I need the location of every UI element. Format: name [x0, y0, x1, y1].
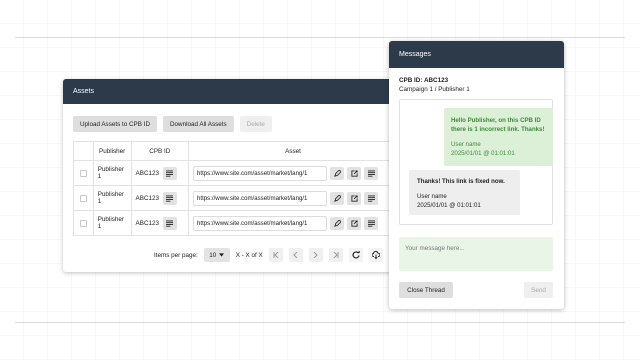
messages-header: Messages	[389, 41, 564, 68]
send-button[interactable]: Send	[524, 282, 553, 298]
edit-asset-button[interactable]	[330, 216, 345, 230]
column-header-publisher: Publisher	[92, 141, 132, 161]
select-column-header	[73, 141, 94, 161]
row-select-cell	[73, 210, 94, 236]
asset-details-button[interactable]	[364, 191, 379, 205]
edit-asset-button[interactable]	[330, 166, 345, 180]
cpb-id-cell: ABC123	[130, 185, 190, 211]
list-icon	[367, 169, 375, 177]
assets-toolbar: Upload Assets to CPB ID Download All Ass…	[73, 116, 272, 132]
asset-details-button[interactable]	[364, 216, 379, 230]
external-link-icon	[350, 219, 358, 227]
incoming-message-time: 2025/01/01 @ 01:01:01	[417, 202, 481, 209]
cpb-id-text: ABC123	[135, 169, 160, 177]
close-thread-button[interactable]: Close Thread	[399, 282, 453, 298]
messages-panel: Messages CPB ID: ABC123 Campaign 1 / Pub…	[389, 41, 564, 309]
caret-down-icon	[219, 253, 225, 257]
table-header-row: Publisher CPB ID Asset	[73, 141, 398, 161]
incoming-message: Thanks! This link is fixed now. User nam…	[409, 170, 520, 215]
assets-title: Assets	[73, 88, 95, 95]
publisher-cell: Publisher 1	[92, 160, 132, 186]
refresh-button[interactable]	[348, 248, 363, 262]
list-icon	[166, 194, 174, 202]
asset-cell: https://www.site.com/asset/market/lang/1	[188, 185, 398, 211]
delete-button[interactable]: Delete	[239, 116, 272, 132]
row-checkbox[interactable]	[79, 219, 87, 227]
grid-line	[15, 322, 625, 323]
asset-url-field[interactable]: https://www.site.com/asset/market/lang/1	[193, 215, 328, 231]
outgoing-message: Hello Publisher, on this CPB ID there is…	[444, 108, 553, 166]
asset-url-field[interactable]: https://www.site.com/asset/market/lang/1	[193, 190, 328, 206]
asset-cell: https://www.site.com/asset/market/lang/1	[188, 160, 398, 186]
details-button[interactable]	[162, 216, 177, 230]
external-link-icon	[350, 169, 358, 177]
pencil-icon	[333, 219, 341, 227]
assets-panel: Assets Upload Assets to CPB ID Download …	[63, 79, 398, 272]
open-link-button[interactable]	[347, 191, 362, 205]
assets-table: Publisher CPB ID Asset Publisher 1 ABC12…	[73, 141, 398, 236]
per-page-value: 10	[209, 251, 217, 259]
next-page-button[interactable]	[308, 248, 323, 262]
list-icon	[367, 194, 375, 202]
cpb-id-heading: CPB ID: ABC123	[399, 77, 449, 84]
page-range: X - X of X	[235, 251, 263, 259]
row-select-cell	[73, 160, 94, 186]
first-page-icon	[273, 252, 279, 258]
chevron-left-icon	[293, 252, 298, 258]
message-input[interactable]: Your message here...	[399, 237, 553, 271]
pencil-icon	[333, 169, 341, 177]
chevron-right-icon	[313, 252, 318, 258]
grid-line	[15, 37, 625, 38]
message-thread[interactable]: Hello Publisher, on this CPB ID there is…	[399, 99, 553, 225]
pager: Items per page: 10 X - X of X	[154, 248, 383, 262]
asset-cell: https://www.site.com/asset/market/lang/1	[188, 210, 398, 236]
outgoing-message-user: User name	[451, 141, 481, 148]
incoming-message-text: Thanks! This link is fixed now.	[417, 178, 505, 185]
cpb-id-text: ABC123	[135, 194, 160, 202]
messages-title: Messages	[399, 51, 431, 58]
download-all-button[interactable]: Download All Assets	[163, 116, 234, 132]
cpb-id-cell: ABC123	[130, 160, 190, 186]
open-link-button[interactable]	[347, 166, 362, 180]
download-page-button[interactable]	[368, 248, 383, 262]
upload-assets-button[interactable]: Upload Assets to CPB ID	[73, 116, 157, 132]
last-page-button[interactable]	[328, 248, 343, 262]
details-button[interactable]	[162, 191, 177, 205]
assets-header: Assets	[63, 79, 398, 104]
campaign-subheading: Campaign 1 / Publisher 1	[399, 86, 470, 93]
publisher-cell: Publisher 1	[92, 210, 132, 236]
incoming-message-user: User name	[417, 193, 447, 200]
asset-url-field[interactable]: https://www.site.com/asset/market/lang/1	[193, 165, 328, 181]
external-link-icon	[350, 194, 358, 202]
column-header-cpb-id: CPB ID	[130, 141, 190, 161]
row-select-cell	[73, 185, 94, 211]
column-header-asset: Asset	[188, 141, 398, 161]
cpb-id-cell: ABC123	[130, 210, 190, 236]
table-row: Publisher 1 ABC123 https://www.site.com/…	[73, 185, 398, 211]
details-button[interactable]	[162, 166, 177, 180]
edit-asset-button[interactable]	[330, 191, 345, 205]
table-row: Publisher 1 ABC123 https://www.site.com/…	[73, 160, 398, 186]
cloud-download-icon	[371, 251, 380, 259]
open-link-button[interactable]	[347, 216, 362, 230]
last-page-icon	[333, 252, 339, 258]
row-checkbox[interactable]	[79, 169, 87, 177]
first-page-button[interactable]	[268, 248, 283, 262]
outgoing-message-text: Hello Publisher, on this CPB ID there is…	[451, 117, 545, 133]
cpb-id-text: ABC123	[135, 219, 160, 227]
per-page-select[interactable]: 10	[203, 248, 230, 262]
row-checkbox[interactable]	[79, 194, 87, 202]
refresh-icon	[352, 251, 360, 259]
items-per-page-label: Items per page:	[154, 251, 198, 259]
asset-details-button[interactable]	[364, 166, 379, 180]
list-icon	[367, 219, 375, 227]
table-row: Publisher 1 ABC123 https://www.site.com/…	[73, 210, 398, 236]
outgoing-message-time: 2025/01/01 @ 01:01:01	[451, 150, 515, 157]
list-icon	[166, 219, 174, 227]
pencil-icon	[333, 194, 341, 202]
list-icon	[166, 169, 174, 177]
previous-page-button[interactable]	[288, 248, 303, 262]
publisher-cell: Publisher 1	[92, 185, 132, 211]
